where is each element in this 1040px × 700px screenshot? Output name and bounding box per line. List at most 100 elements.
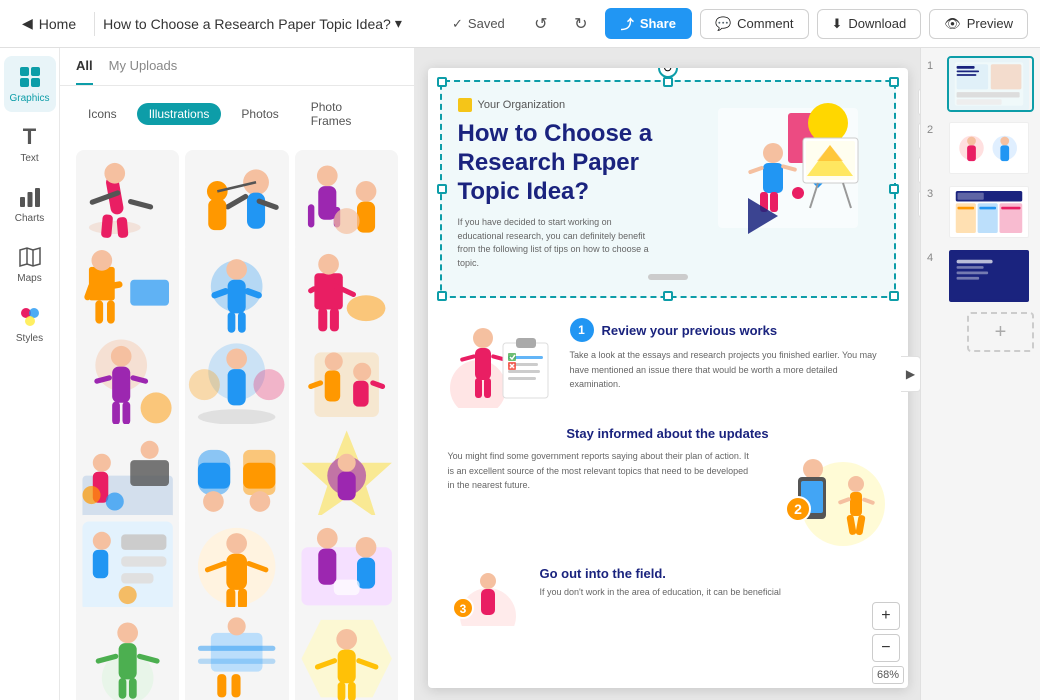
preview-button[interactable]: 👁 Preview bbox=[929, 9, 1028, 39]
section-3-desc: If you don't work in the area of educati… bbox=[540, 585, 888, 599]
title-chevron: ▾ bbox=[395, 15, 402, 32]
slide-thumb-2[interactable]: 2 bbox=[927, 120, 1034, 176]
list-item[interactable] bbox=[185, 241, 288, 344]
list-item[interactable] bbox=[295, 424, 398, 527]
text-icon: T bbox=[17, 124, 43, 150]
slide-header[interactable]: ↻ bbox=[440, 80, 896, 298]
download-label: Download bbox=[848, 16, 906, 31]
home-button[interactable]: ◀ Home bbox=[12, 9, 86, 38]
list-item[interactable] bbox=[185, 607, 288, 700]
slide-thumb-4[interactable]: 4 bbox=[927, 248, 1034, 304]
handle-br[interactable] bbox=[889, 291, 899, 301]
slide-num-4: 4 bbox=[927, 252, 941, 264]
charts-icon bbox=[17, 184, 43, 210]
list-item[interactable] bbox=[185, 333, 288, 436]
slide-image-3[interactable] bbox=[947, 184, 1034, 240]
sidebar-item-text[interactable]: T Text bbox=[4, 116, 56, 172]
handle-ml[interactable] bbox=[437, 184, 447, 194]
list-item[interactable] bbox=[76, 333, 179, 436]
copy-element-button[interactable]: ⧉ bbox=[918, 88, 921, 116]
list-item[interactable] bbox=[295, 241, 398, 344]
slide-thumb-1[interactable]: 1 bbox=[927, 56, 1034, 112]
org-row: Your Organization bbox=[458, 98, 686, 112]
zoom-out-button[interactable]: − bbox=[872, 634, 900, 662]
graphics-icon bbox=[17, 64, 43, 90]
styles-icon bbox=[17, 304, 43, 330]
add-slide-button[interactable]: + bbox=[967, 312, 1034, 352]
sub-tab-photos[interactable]: Photos bbox=[229, 103, 290, 125]
slide-title: How to Choose a Research Paper Topic Ide… bbox=[458, 120, 686, 206]
panel: All My Uploads Icons Illustrations Photo… bbox=[60, 48, 415, 700]
element-toolbar: ⧉ ⊞ 🗑 ⋮ bbox=[918, 88, 921, 218]
expand-panel-button[interactable]: ▶ bbox=[901, 356, 920, 392]
tab-all[interactable]: All bbox=[76, 58, 93, 85]
redo-button[interactable]: ↻ bbox=[565, 8, 597, 40]
canvas-page: ↻ bbox=[428, 68, 908, 688]
zoom-in-button[interactable]: + bbox=[872, 602, 900, 630]
handle-mr[interactable] bbox=[889, 184, 899, 194]
more-element-button[interactable]: ⋮ bbox=[918, 190, 921, 218]
slide-content-2 bbox=[949, 122, 1029, 174]
list-item[interactable] bbox=[76, 515, 179, 618]
handle-tr[interactable] bbox=[889, 77, 899, 87]
list-item[interactable] bbox=[295, 515, 398, 618]
section-1-text: 1 Review your previous works Take a look… bbox=[570, 318, 888, 391]
delete-element-button[interactable]: 🗑 bbox=[918, 156, 921, 184]
slide-text-content: Your Organization How to Choose a Resear… bbox=[458, 98, 686, 270]
list-item[interactable] bbox=[295, 607, 398, 700]
document-title[interactable]: How to Choose a Research Paper Topic Ide… bbox=[103, 15, 402, 32]
section-1-illustration bbox=[448, 318, 558, 413]
duplicate-element-button[interactable]: ⊞ bbox=[918, 122, 921, 150]
list-item[interactable] bbox=[76, 607, 179, 700]
slide-image-2[interactable] bbox=[947, 120, 1034, 176]
sidebar-item-styles[interactable]: Styles bbox=[4, 296, 56, 352]
undo-button[interactable]: ↺ bbox=[525, 8, 557, 40]
sidebar-item-graphics[interactable]: Graphics bbox=[4, 56, 56, 112]
section-1-num: 1 bbox=[570, 318, 594, 342]
handle-tl[interactable] bbox=[437, 77, 447, 87]
slide-thumb-3[interactable]: 3 bbox=[927, 184, 1034, 240]
section-3-text: Go out into the field. If you don't work… bbox=[540, 566, 888, 599]
list-item[interactable] bbox=[76, 241, 179, 344]
sidebar-item-maps[interactable]: Maps bbox=[4, 236, 56, 292]
list-item[interactable] bbox=[76, 150, 179, 253]
sub-tab-icons[interactable]: Icons bbox=[76, 103, 129, 125]
download-button[interactable]: ⬇ Download bbox=[817, 9, 922, 39]
list-item[interactable] bbox=[295, 150, 398, 253]
share-button[interactable]: ⤴ Share bbox=[605, 8, 692, 39]
charts-label: Charts bbox=[15, 213, 44, 224]
canvas-scroll[interactable]: ⧉ ⊞ 🗑 ⋮ ↻ bbox=[415, 48, 920, 700]
comment-label: Comment bbox=[737, 16, 793, 31]
slide-num-1: 1 bbox=[927, 60, 941, 72]
list-item[interactable] bbox=[185, 424, 288, 527]
preview-label: Preview bbox=[967, 16, 1013, 31]
resize-bar[interactable] bbox=[648, 274, 688, 280]
saved-button[interactable]: ✓ Saved bbox=[440, 10, 517, 38]
slide-image-1[interactable] bbox=[947, 56, 1034, 112]
list-item[interactable] bbox=[185, 150, 288, 253]
list-item[interactable] bbox=[295, 333, 398, 436]
list-item[interactable] bbox=[185, 515, 288, 618]
slide-image-4[interactable] bbox=[947, 248, 1034, 304]
check-icon: ✓ bbox=[452, 16, 463, 32]
handle-bl[interactable] bbox=[437, 291, 447, 301]
slides-panel: 1 2 bbox=[920, 48, 1040, 700]
handle-bc[interactable] bbox=[663, 291, 673, 301]
sidebar-item-charts[interactable]: Charts bbox=[4, 176, 56, 232]
list-item[interactable] bbox=[76, 424, 179, 527]
topbar-actions: ✓ Saved ↺ ↻ ⤴ Share 💬 Comment ⬇ Download… bbox=[440, 8, 1028, 40]
tab-my-uploads[interactable]: My Uploads bbox=[109, 58, 178, 85]
section-2-title-row: Stay informed about the updates bbox=[448, 425, 888, 443]
sub-tab-illustrations[interactable]: Illustrations bbox=[137, 103, 222, 125]
slide-content-1 bbox=[949, 58, 1029, 110]
topbar-divider bbox=[94, 12, 95, 36]
section-3-illustration: 3 bbox=[448, 566, 528, 626]
sub-tab-photo-frames[interactable]: Photo Frames bbox=[299, 96, 398, 132]
org-label: Your Organization bbox=[478, 99, 566, 111]
section-3: 3 Go out into the field. If you don't wo… bbox=[428, 562, 908, 634]
section-1-desc: Take a look at the essays and research p… bbox=[570, 348, 888, 391]
slide-illustration[interactable] bbox=[698, 98, 878, 248]
handle-tc[interactable] bbox=[663, 77, 673, 87]
graphics-label: Graphics bbox=[10, 93, 50, 104]
comment-button[interactable]: 💬 Comment bbox=[700, 9, 809, 39]
